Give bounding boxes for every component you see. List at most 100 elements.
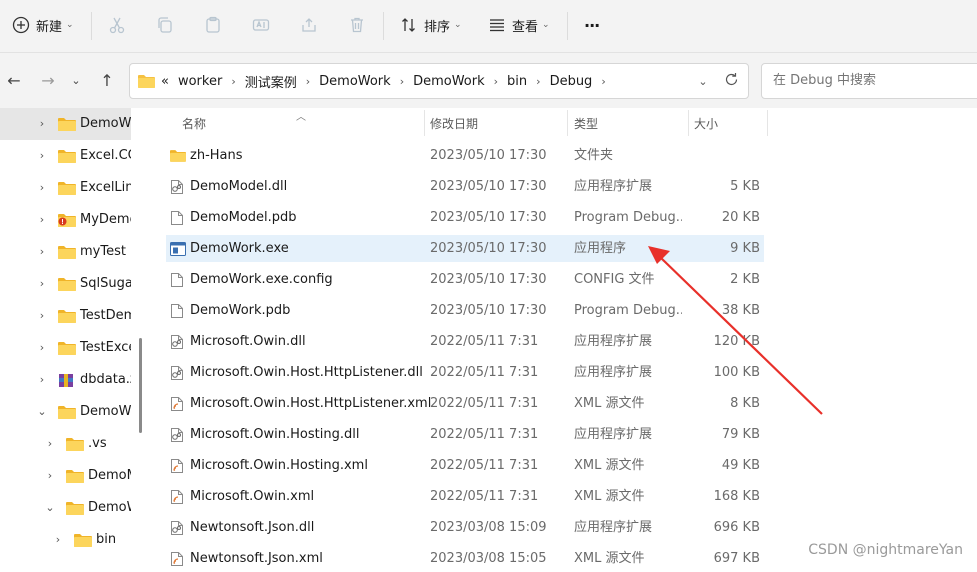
file-row[interactable]: DemoModel.pdb 2023/05/10 17:30 Program Deb… bbox=[166, 204, 764, 231]
sidebar-item[interactable]: › MyDemo bbox=[0, 204, 131, 236]
chevron-down-icon[interactable]: ⌄ bbox=[44, 501, 56, 514]
more-button[interactable]: ··· bbox=[580, 10, 600, 40]
file-type: 应用程序扩展 bbox=[574, 520, 653, 535]
chevron-right-icon[interactable]: › bbox=[536, 75, 540, 88]
file-row[interactable]: DemoWork.exe.config 2023/05/10 17:30 CONFI… bbox=[166, 266, 764, 293]
breadcrumb-overflow[interactable]: « bbox=[161, 74, 169, 89]
toolbar-divider bbox=[567, 12, 568, 40]
sidebar-item[interactable]: › .vs bbox=[0, 428, 131, 460]
recent-locations-button[interactable]: ⌄ bbox=[65, 69, 87, 91]
new-button[interactable]: 新建 ⌄ bbox=[10, 10, 74, 40]
chevron-right-icon[interactable]: › bbox=[44, 437, 56, 450]
breadcrumb-item[interactable]: worker bbox=[178, 74, 222, 89]
chevron-right-icon[interactable]: › bbox=[44, 469, 56, 482]
sidebar-item[interactable]: ⌄ DemoWork bbox=[0, 396, 131, 428]
chevron-right-icon[interactable]: › bbox=[36, 373, 48, 386]
file-size: 20 KB bbox=[721, 210, 760, 225]
chevron-right-icon[interactable]: › bbox=[36, 341, 48, 354]
column-header-name[interactable]: 名称 bbox=[182, 108, 206, 138]
sidebar-item[interactable]: › bin bbox=[0, 524, 131, 556]
file-row[interactable]: Microsoft.Owin.Hosting.dll 2022/05/11 7:3… bbox=[166, 421, 764, 448]
breadcrumb-item[interactable]: DemoWork bbox=[319, 74, 391, 89]
search-box[interactable] bbox=[761, 63, 977, 99]
breadcrumb-item[interactable]: DemoWork bbox=[413, 74, 485, 89]
breadcrumb-item[interactable]: 测试案例 bbox=[245, 72, 297, 91]
column-header-type[interactable]: 类型 bbox=[574, 108, 598, 138]
scissors-icon bbox=[106, 14, 128, 36]
breadcrumb-item[interactable]: bin bbox=[507, 74, 527, 89]
folder-icon bbox=[58, 277, 76, 291]
chevron-right-icon[interactable]: › bbox=[36, 149, 48, 162]
sidebar-item[interactable]: › TestDemo bbox=[0, 300, 131, 332]
delete-button[interactable] bbox=[346, 10, 368, 40]
paste-button[interactable] bbox=[202, 10, 224, 40]
copy-button[interactable] bbox=[154, 10, 176, 40]
chevron-right-icon[interactable]: › bbox=[231, 75, 235, 88]
archive-icon bbox=[58, 373, 76, 387]
column-divider[interactable] bbox=[688, 110, 689, 136]
file-name: DemoModel.dll bbox=[190, 179, 288, 194]
file-row[interactable]: Newtonsoft.Json.dll 2023/03/08 15:09 应用程序扩… bbox=[166, 514, 764, 541]
cut-button[interactable] bbox=[106, 10, 128, 40]
sidebar-item[interactable]: › TestExcel bbox=[0, 332, 131, 364]
file-name: Microsoft.Owin.dll bbox=[190, 334, 306, 349]
sort-button[interactable]: 排序 ⌄ bbox=[398, 10, 462, 40]
file-list: ︿ 名称 修改日期 类型 大小 zh-Hans 2023/05/10 17:30 文… bbox=[148, 108, 977, 568]
back-button[interactable]: ← bbox=[3, 69, 25, 91]
sidebar-item-label: TestExcel bbox=[80, 340, 131, 355]
sidebar-scrollbar[interactable] bbox=[139, 338, 142, 433]
column-header-size[interactable]: 大小 bbox=[694, 108, 718, 138]
sidebar-item[interactable]: › Excel.COM bbox=[0, 140, 131, 172]
sidebar-item[interactable]: › myTest bbox=[0, 236, 131, 268]
view-button[interactable]: 查看 ⌄ bbox=[486, 10, 550, 40]
column-header-date[interactable]: 修改日期 bbox=[430, 108, 478, 138]
chevron-right-icon[interactable]: › bbox=[36, 213, 48, 226]
forward-button[interactable]: → bbox=[37, 69, 59, 91]
file-row[interactable]: Microsoft.Owin.Host.HttpListener.xml 2022… bbox=[166, 390, 764, 417]
chevron-right-icon[interactable]: › bbox=[306, 75, 310, 88]
file-type: 应用程序扩展 bbox=[574, 365, 653, 380]
chevron-right-icon[interactable]: › bbox=[52, 533, 64, 546]
sidebar-item[interactable]: › DemoWork bbox=[0, 108, 131, 140]
share-button[interactable] bbox=[298, 10, 320, 40]
chevron-right-icon[interactable]: › bbox=[494, 75, 498, 88]
breadcrumb-item[interactable]: Debug bbox=[550, 74, 593, 89]
file-row[interactable]: Microsoft.Owin.dll 2022/05/11 7:31 应用程序扩展 1… bbox=[166, 328, 764, 355]
sidebar-item[interactable]: › SqlSugar bbox=[0, 268, 131, 300]
column-divider[interactable] bbox=[767, 110, 768, 136]
chevron-right-icon[interactable]: › bbox=[400, 75, 404, 88]
file-icon bbox=[170, 210, 184, 226]
file-row[interactable]: zh-Hans 2023/05/10 17:30 文件夹 bbox=[166, 142, 764, 169]
column-divider[interactable] bbox=[424, 110, 425, 136]
chevron-right-icon[interactable]: › bbox=[36, 245, 48, 258]
dll-icon bbox=[170, 520, 184, 536]
sidebar-item[interactable]: › dbdata.zip bbox=[0, 364, 131, 396]
up-button[interactable]: ↑ bbox=[96, 69, 118, 91]
search-input[interactable] bbox=[771, 72, 975, 89]
folder-warning-icon bbox=[58, 213, 76, 227]
chevron-right-icon[interactable]: › bbox=[601, 75, 605, 88]
rename-button[interactable] bbox=[250, 10, 272, 40]
chevron-down-icon: ⌄ bbox=[71, 73, 81, 87]
chevron-right-icon[interactable]: › bbox=[36, 117, 48, 130]
address-bar[interactable]: « worker › 测试案例 › DemoWork › DemoWork › … bbox=[129, 63, 749, 99]
chevron-right-icon[interactable]: › bbox=[36, 181, 48, 194]
sidebar-item[interactable]: ⌄ DemoWork bbox=[0, 492, 131, 524]
refresh-button[interactable] bbox=[720, 70, 742, 92]
file-row[interactable]: Microsoft.Owin.Host.HttpListener.dll 2022… bbox=[166, 359, 764, 386]
share-icon bbox=[298, 14, 320, 36]
address-history-dropdown[interactable]: ⌄ bbox=[692, 70, 714, 92]
chevron-down-icon[interactable]: ⌄ bbox=[36, 405, 48, 418]
column-divider[interactable] bbox=[567, 110, 568, 136]
chevron-right-icon[interactable]: › bbox=[36, 309, 48, 322]
file-row[interactable]: Microsoft.Owin.Hosting.xml 2022/05/11 7:3… bbox=[166, 452, 764, 479]
file-row[interactable]: DemoWork.exe 2023/05/10 17:30 应用程序 9 KB bbox=[166, 235, 764, 262]
file-size: 5 KB bbox=[730, 179, 760, 194]
file-row[interactable]: Microsoft.Owin.xml 2022/05/11 7:31 XML 源文件… bbox=[166, 483, 764, 510]
file-row[interactable]: DemoWork.pdb 2023/05/10 17:30 Program Debu… bbox=[166, 297, 764, 324]
chevron-right-icon[interactable]: › bbox=[36, 277, 48, 290]
file-type: CONFIG 文件 bbox=[574, 272, 655, 287]
file-row[interactable]: DemoModel.dll 2023/05/10 17:30 应用程序扩展 5 KB bbox=[166, 173, 764, 200]
sidebar-item[interactable]: › DemoModel bbox=[0, 460, 131, 492]
sidebar-item[interactable]: › ExcelLink bbox=[0, 172, 131, 204]
